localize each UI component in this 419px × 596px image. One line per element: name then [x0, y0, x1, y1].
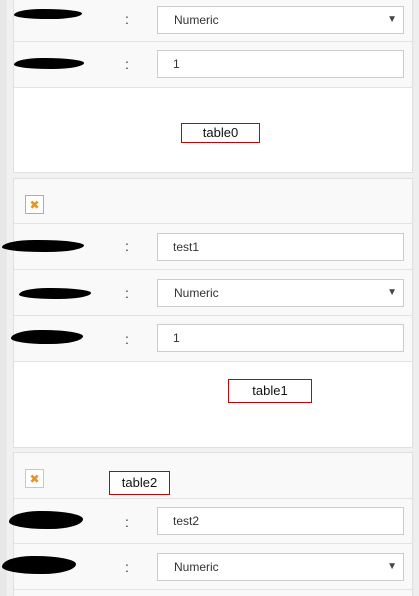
table1-type-value: Numeric: [174, 286, 219, 300]
table1-count-row: : 1: [11, 316, 412, 362]
colon: :: [125, 559, 129, 575]
chevron-down-icon: ▼: [387, 287, 397, 298]
colon: :: [125, 285, 129, 301]
table0-type-select[interactable]: Numeric ▼: [157, 6, 404, 34]
colon: :: [125, 514, 129, 530]
table0-content-area: table0: [14, 88, 412, 172]
close-x-icon: ✖: [29, 471, 40, 486]
chevron-down-icon: ▼: [387, 561, 397, 572]
table2-header-row: ✖ table2: [14, 453, 412, 499]
table1-label: table1: [228, 379, 312, 403]
table2-panel: ✖ table2 : test2 : Numeric ▼: [2, 452, 413, 596]
table2-remove-button[interactable]: ✖: [25, 469, 44, 488]
table1-type-select[interactable]: Numeric ▼: [157, 279, 404, 307]
table2-name-input[interactable]: test2: [157, 507, 404, 535]
table1-content-area: table1: [14, 362, 412, 447]
redacted-label: [14, 58, 84, 69]
close-x-icon: ✖: [29, 197, 40, 212]
table1-remove-button[interactable]: ✖: [25, 195, 44, 214]
table1-name-input[interactable]: test1: [157, 233, 404, 261]
table2-name-row: : test2: [9, 499, 412, 544]
table1-header-row: ✖: [14, 179, 412, 224]
right-frame: [412, 0, 419, 596]
colon: :: [125, 11, 129, 27]
redacted-label: [11, 330, 83, 344]
redacted-label: [19, 288, 91, 299]
table2-type-value: Numeric: [174, 560, 219, 574]
redacted-label: [14, 9, 82, 19]
table2-type-select[interactable]: Numeric ▼: [157, 553, 404, 581]
colon: :: [125, 331, 129, 347]
redacted-label: [2, 556, 76, 574]
colon: :: [125, 238, 129, 254]
left-frame: [0, 0, 7, 596]
chevron-down-icon: ▼: [387, 14, 397, 25]
colon: :: [125, 56, 129, 72]
table2-label: table2: [109, 471, 170, 495]
redacted-label: [2, 240, 84, 252]
table1-panel: ✖ : test1 : Numeric ▼ : 1 table1: [2, 178, 413, 448]
table2-type-row: : Numeric ▼: [2, 544, 412, 590]
table0-panel: : Numeric ▼ : 1 table0: [13, 0, 413, 173]
table1-count-input[interactable]: 1: [157, 324, 404, 352]
table0-count-input[interactable]: 1: [157, 50, 404, 78]
table0-count-row: : 1: [14, 42, 412, 88]
table0-type-row: : Numeric ▼: [14, 0, 412, 42]
table0-label: table0: [181, 123, 260, 143]
redacted-label: [9, 511, 83, 529]
table1-name-row: : test1: [2, 224, 412, 270]
table1-type-row: : Numeric ▼: [14, 270, 412, 316]
table0-type-value: Numeric: [174, 13, 219, 27]
